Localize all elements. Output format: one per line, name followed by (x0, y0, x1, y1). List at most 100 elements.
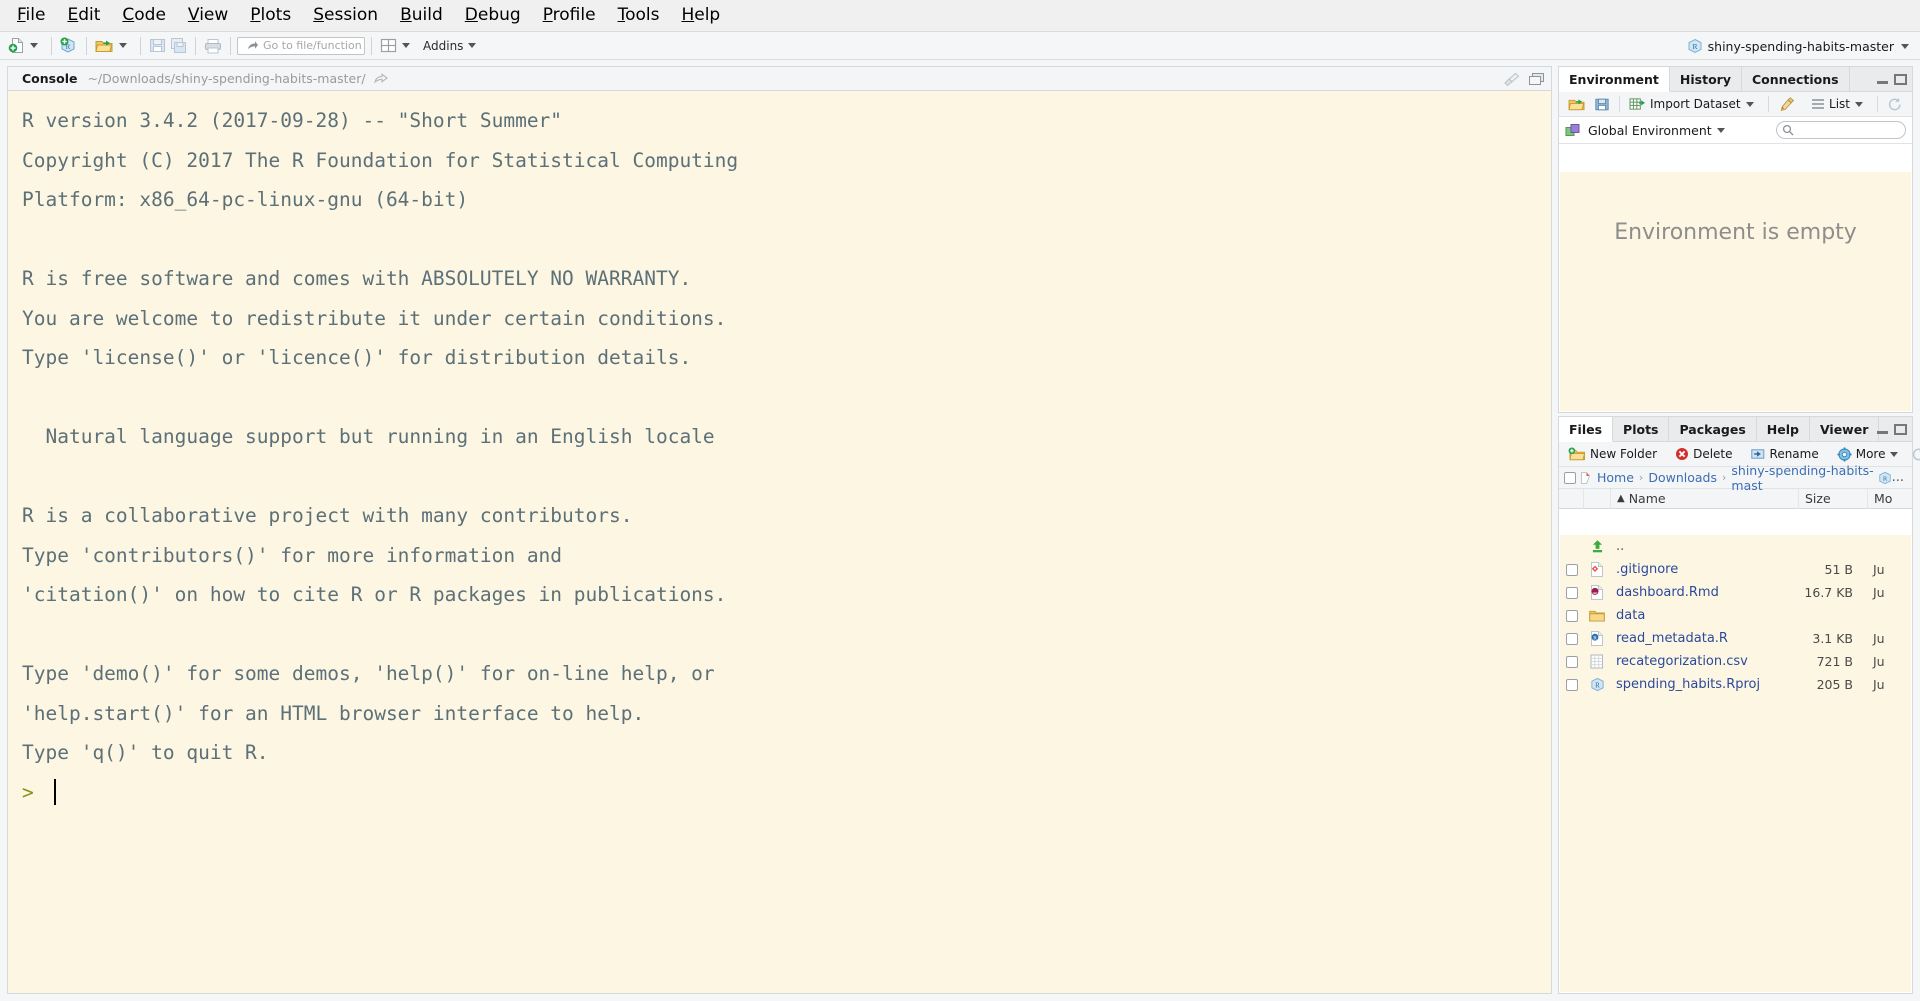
file-name[interactable]: dashboard.Rmd (1610, 585, 1791, 600)
file-row[interactable]: Rspending_habits.Rproj 205 B Ju (1560, 673, 1911, 696)
print-button[interactable] (202, 35, 224, 57)
menu-item-code[interactable]: Code (111, 3, 177, 28)
file-name[interactable]: spending_habits.Rproj (1610, 677, 1791, 692)
console-tab[interactable]: Console (22, 71, 77, 86)
file-row[interactable]: data (1560, 604, 1911, 627)
import-dataset-button[interactable]: Import Dataset (1625, 94, 1763, 114)
project-indicator[interactable]: R shiny-spending-habits-master (1687, 32, 1914, 60)
file-name[interactable]: .. (1610, 539, 1791, 554)
open-folder-icon (95, 38, 114, 54)
environment-search-input[interactable] (1776, 121, 1906, 139)
menu-item-profile[interactable]: Profile (532, 3, 607, 28)
open-in-new-window-icon[interactable] (373, 72, 388, 85)
files-more-button[interactable]: More (1833, 444, 1908, 464)
menu-item-session[interactable]: Session (302, 3, 389, 28)
file-row[interactable]: .gitignore 51 B Ju (1560, 558, 1911, 581)
menu-item-tools[interactable]: Tools (607, 3, 671, 28)
file-row[interactable]: recategorization.csv 721 B Ju (1560, 650, 1911, 673)
tab-help[interactable]: Help (1756, 417, 1810, 441)
broom-clear-console-icon[interactable] (1503, 72, 1520, 87)
refresh-environment-button[interactable] (1883, 94, 1907, 114)
addins-button[interactable]: Addins (417, 35, 483, 57)
refresh-files-button[interactable] (1907, 444, 1920, 464)
save-all-icon (170, 37, 187, 54)
import-dataset-caret-icon[interactable] (1745, 101, 1754, 107)
column-header-name-label: Name (1628, 491, 1666, 506)
clear-environment-button[interactable] (1774, 94, 1799, 114)
environment-scope-label[interactable]: Global Environment (1588, 123, 1712, 138)
new-folder-button[interactable]: New Folder (1564, 444, 1661, 464)
tab-viewer[interactable]: Viewer (1809, 417, 1880, 441)
project-caret-icon[interactable] (1901, 43, 1909, 49)
maximize-icon[interactable] (1894, 74, 1907, 85)
more-caret-icon[interactable] (1890, 451, 1899, 457)
save-workspace-button[interactable] (1590, 94, 1614, 114)
maximize-icon[interactable] (1894, 424, 1907, 435)
open-file-caret-icon[interactable] (119, 43, 127, 48)
save-button[interactable] (147, 35, 168, 57)
new-file-button[interactable] (6, 35, 45, 57)
environment-scope-caret-icon[interactable] (1716, 127, 1725, 133)
tab-history[interactable]: History (1669, 67, 1742, 91)
column-header-name[interactable]: ▲ Name (1611, 488, 1799, 509)
svg-text:R: R (1882, 475, 1887, 482)
file-name[interactable]: data (1610, 608, 1791, 623)
open-file-button[interactable] (93, 35, 134, 57)
minimize-icon[interactable] (1877, 76, 1888, 84)
breadcrumb-item-0[interactable]: Home (1597, 470, 1634, 485)
console-working-directory[interactable]: ~/Downloads/shiny-spending-habits-master… (87, 71, 365, 86)
menu-item-file[interactable]: File (6, 3, 56, 28)
breadcrumb-overflow-button[interactable]: ... (1892, 470, 1907, 485)
file-checkbox[interactable] (1566, 586, 1578, 599)
menu-item-build[interactable]: Build (389, 3, 454, 28)
file-checkbox[interactable] (1566, 655, 1578, 668)
tab-files[interactable]: Files (1559, 417, 1614, 442)
file-checkbox[interactable] (1566, 678, 1578, 691)
menu-item-view[interactable]: View (177, 3, 239, 28)
column-header-modified[interactable]: Mo (1868, 489, 1912, 509)
file-checkbox[interactable] (1566, 632, 1578, 645)
delete-files-button[interactable]: Delete (1671, 444, 1736, 464)
save-all-button[interactable] (168, 35, 189, 57)
panes-grid-icon (380, 38, 397, 53)
file-checkbox[interactable] (1566, 563, 1578, 576)
more-label: More (1855, 447, 1886, 461)
file-checkbox[interactable] (1566, 609, 1578, 622)
breadcrumb-separator: › (1638, 471, 1644, 484)
files-list[interactable]: .. .gitignore 51 B Ju dashboard.Rmd 16.7 KB Ju… (1560, 535, 1911, 992)
menu-item-edit[interactable]: Edit (56, 3, 111, 28)
maximize-console-icon[interactable] (1528, 72, 1545, 86)
new-file-caret-icon[interactable] (30, 43, 38, 48)
column-header-size[interactable]: Size (1799, 488, 1868, 509)
panes-caret-icon[interactable] (402, 43, 410, 48)
menu-item-help[interactable]: Help (670, 3, 731, 28)
breadcrumb: Home › Downloads › shiny-spending-habits-mas… (1559, 463, 1912, 493)
addins-caret-icon[interactable] (468, 43, 477, 48)
load-workspace-button[interactable] (1564, 94, 1590, 114)
tab-environment[interactable]: Environment (1559, 67, 1670, 92)
breadcrumb-item-1[interactable]: Downloads (1648, 470, 1717, 485)
workspace-panes-button[interactable] (378, 35, 417, 57)
tab-connections[interactable]: Connections (1741, 67, 1850, 91)
file-name[interactable]: read_metadata.R (1610, 631, 1791, 646)
view-mode-caret-icon[interactable] (1855, 101, 1863, 107)
tab-plots[interactable]: Plots (1613, 417, 1670, 441)
console-output-area[interactable]: R version 3.4.2 (2017-09-28) -- "Short S… (8, 91, 1551, 993)
new-project-button[interactable]: R (58, 35, 80, 57)
file-size: 51 B (1824, 562, 1853, 577)
file-row[interactable]: Rread_metadata.R 3.1 KB Ju (1560, 627, 1911, 650)
goto-file-function[interactable]: Go to file/function (237, 36, 365, 55)
file-row[interactable]: .. (1560, 535, 1911, 558)
file-name[interactable]: recategorization.csv (1610, 654, 1791, 669)
tab-packages[interactable]: Packages (1669, 417, 1757, 441)
menu-item-debug[interactable]: Debug (454, 3, 532, 28)
file-name[interactable]: .gitignore (1610, 562, 1791, 577)
select-all-checkbox[interactable] (1564, 471, 1576, 484)
minimize-icon[interactable] (1877, 426, 1888, 434)
rproject-icon: R (1687, 38, 1703, 54)
menu-item-plots[interactable]: Plots (239, 3, 302, 28)
console-prompt-line[interactable]: > (22, 773, 1551, 813)
environment-view-mode-button[interactable]: List (1807, 94, 1872, 114)
file-row[interactable]: dashboard.Rmd 16.7 KB Ju (1560, 581, 1911, 604)
rename-file-button[interactable]: Rename (1747, 444, 1823, 464)
